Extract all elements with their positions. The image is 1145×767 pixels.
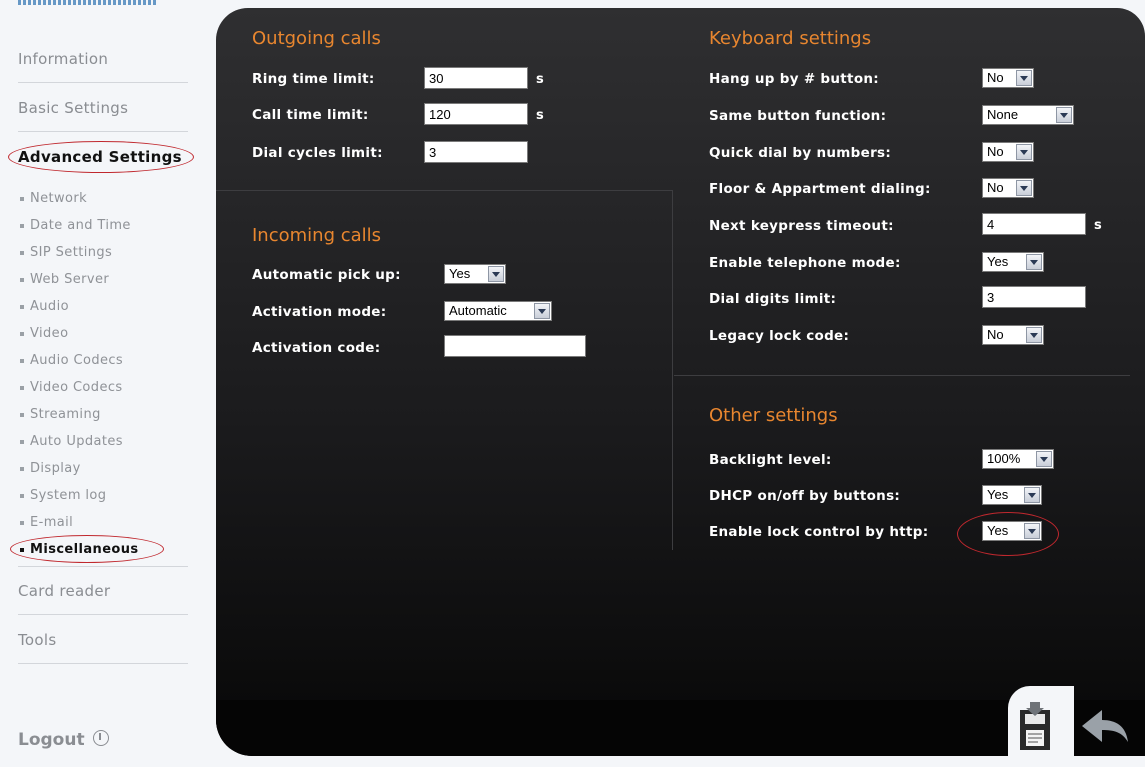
- sub-item-e-mail[interactable]: E-mail: [20, 515, 73, 530]
- same-button-function-select[interactable]: None: [982, 105, 1074, 125]
- ring-time-limit-input[interactable]: 30: [424, 67, 528, 89]
- next-keypress-timeout-label: Next keypress timeout:: [709, 218, 894, 234]
- highlight-circle-lock-control: [957, 512, 1059, 556]
- sub-item-audio[interactable]: Audio: [20, 299, 69, 314]
- automatic-pick-up-label: Automatic pick up:: [252, 267, 401, 283]
- dial-cycles-limit-input[interactable]: 3: [424, 141, 528, 163]
- save-floppy-icon[interactable]: [1016, 700, 1054, 752]
- backlight-level-select[interactable]: 100%: [982, 449, 1054, 469]
- highlight-circle-miscellaneous: [10, 535, 164, 563]
- chevron-down-icon: [1026, 327, 1042, 343]
- sub-item-date-and-time[interactable]: Date and Time: [20, 218, 131, 233]
- section-title-keyboard-settings: Keyboard settings: [709, 28, 872, 49]
- automatic-pick-up-select[interactable]: Yes: [444, 264, 506, 284]
- nav-divider: [18, 131, 188, 132]
- bullet-icon: [20, 358, 24, 363]
- nav-divider: [18, 663, 188, 664]
- bullet-icon: [20, 277, 24, 282]
- sub-item-audio-codecs[interactable]: Audio Codecs: [20, 353, 123, 368]
- sub-item-system-log[interactable]: System log: [20, 488, 106, 503]
- nav-tools[interactable]: Tools: [18, 631, 56, 649]
- logout-button[interactable]: Logout: [18, 730, 109, 750]
- section-title-incoming-calls: Incoming calls: [252, 225, 382, 246]
- call-time-unit: s: [536, 108, 544, 123]
- chevron-down-icon: [1016, 180, 1032, 196]
- bullet-icon: [20, 331, 24, 336]
- back-arrow-icon[interactable]: [1080, 708, 1130, 748]
- highlight-circle-advanced: [8, 141, 194, 173]
- bullet-icon: [20, 250, 24, 255]
- section-title-other-settings: Other settings: [709, 405, 838, 426]
- sub-item-auto-updates[interactable]: Auto Updates: [20, 434, 123, 449]
- enable-telephone-mode-select[interactable]: Yes: [982, 252, 1044, 272]
- timeout-unit: s: [1094, 218, 1102, 233]
- bullet-icon: [20, 493, 24, 498]
- brand-logo-strip: [18, 0, 158, 5]
- same-button-function-label: Same button function:: [709, 108, 887, 124]
- dial-digits-limit-label: Dial digits limit:: [709, 291, 837, 307]
- power-icon: [92, 730, 109, 746]
- section-divider: [674, 375, 1130, 376]
- floor-appartment-dialing-select[interactable]: No: [982, 178, 1034, 198]
- enable-lock-control-http-label: Enable lock control by http:: [709, 524, 929, 540]
- chevron-down-icon: [1056, 107, 1072, 123]
- ring-time-limit-label: Ring time limit:: [252, 71, 375, 87]
- quick-dial-by-numbers-select[interactable]: No: [982, 142, 1034, 162]
- bullet-icon: [20, 520, 24, 525]
- bullet-icon: [20, 196, 24, 201]
- activation-mode-label: Activation mode:: [252, 304, 387, 320]
- sub-item-video-codecs[interactable]: Video Codecs: [20, 380, 123, 395]
- dhcp-on-off-select[interactable]: Yes: [982, 485, 1042, 505]
- call-time-limit-label: Call time limit:: [252, 107, 369, 123]
- sub-item-network[interactable]: Network: [20, 191, 87, 206]
- bullet-icon: [20, 466, 24, 471]
- nav-basic-settings[interactable]: Basic Settings: [18, 99, 128, 117]
- bullet-icon: [20, 412, 24, 417]
- activation-code-label: Activation code:: [252, 340, 381, 356]
- nav-information[interactable]: Information: [18, 50, 108, 68]
- bullet-icon: [20, 439, 24, 444]
- ring-time-unit: s: [536, 72, 544, 87]
- enable-telephone-mode-label: Enable telephone mode:: [709, 255, 901, 271]
- activation-code-input[interactable]: [444, 335, 586, 357]
- dial-cycles-limit-label: Dial cycles limit:: [252, 145, 383, 161]
- floor-appartment-dialing-label: Floor & Appartment dialing:: [709, 181, 931, 197]
- activation-mode-select[interactable]: Automatic: [444, 301, 552, 321]
- chevron-down-icon: [1016, 70, 1032, 86]
- panel-footer: [216, 700, 1145, 756]
- chevron-down-icon: [534, 303, 550, 319]
- sub-item-display[interactable]: Display: [20, 461, 81, 476]
- nav-divider: [18, 566, 188, 567]
- sub-item-video[interactable]: Video: [20, 326, 68, 341]
- bullet-icon: [20, 385, 24, 390]
- legacy-lock-code-label: Legacy lock code:: [709, 328, 850, 344]
- legacy-lock-code-select[interactable]: No: [982, 325, 1044, 345]
- sub-item-web-server[interactable]: Web Server: [20, 272, 109, 287]
- bullet-icon: [20, 304, 24, 309]
- nav-divider: [18, 82, 188, 83]
- hang-up-by-hash-select[interactable]: No: [982, 68, 1034, 88]
- hang-up-by-hash-label: Hang up by # button:: [709, 71, 879, 87]
- nav-card-reader[interactable]: Card reader: [18, 582, 110, 600]
- sub-item-streaming[interactable]: Streaming: [20, 407, 101, 422]
- nav-divider: [18, 614, 188, 615]
- dhcp-on-off-label: DHCP on/off by buttons:: [709, 488, 901, 504]
- backlight-level-label: Backlight level:: [709, 452, 832, 468]
- sidebar: Information Basic Settings Advanced Sett…: [0, 0, 200, 767]
- sub-item-sip-settings[interactable]: SIP Settings: [20, 245, 112, 260]
- section-title-outgoing-calls: Outgoing calls: [252, 28, 381, 49]
- chevron-down-icon: [1026, 254, 1042, 270]
- chevron-down-icon: [1024, 487, 1040, 503]
- chevron-down-icon: [1036, 451, 1052, 467]
- chevron-down-icon: [488, 266, 504, 282]
- next-keypress-timeout-input[interactable]: 4: [982, 213, 1086, 235]
- chevron-down-icon: [1016, 144, 1032, 160]
- column-divider: [672, 190, 673, 550]
- bullet-icon: [20, 223, 24, 228]
- call-time-limit-input[interactable]: 120: [424, 103, 528, 125]
- quick-dial-by-numbers-label: Quick dial by numbers:: [709, 145, 892, 161]
- dial-digits-limit-input[interactable]: 3: [982, 286, 1086, 308]
- section-divider: [216, 190, 672, 191]
